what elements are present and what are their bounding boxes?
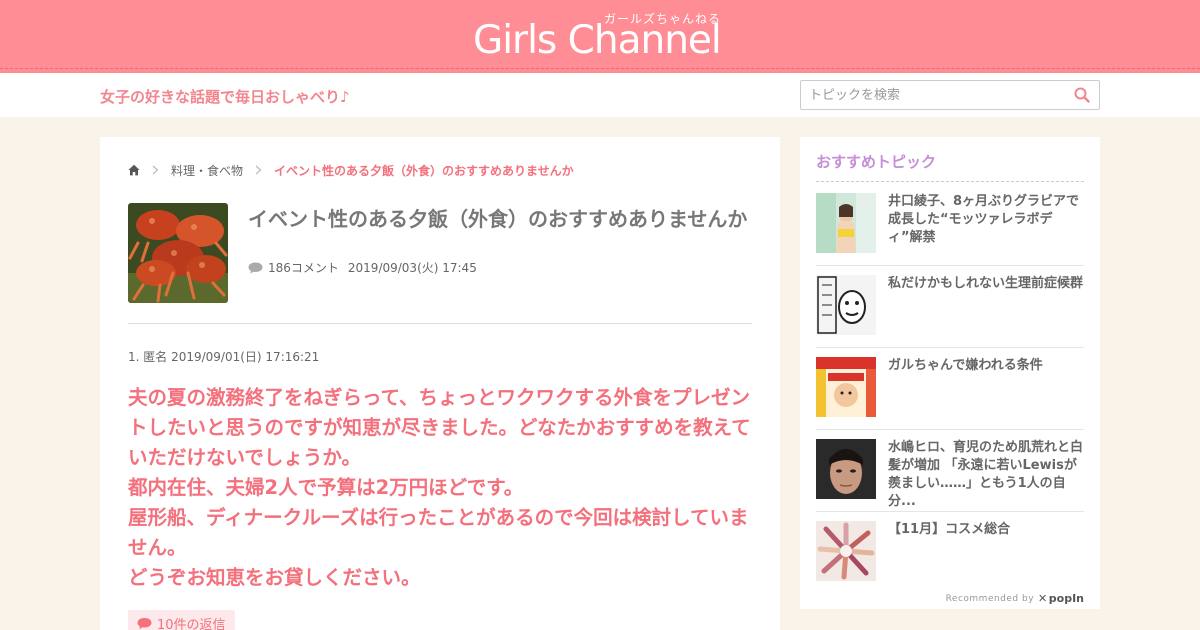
recommended-topic-item[interactable]: 私だけかもしれない生理前症候群 — [816, 275, 1084, 357]
topic-thumbnail — [816, 521, 876, 581]
sidebar-title: おすすめトピック — [816, 153, 937, 171]
popin-brand: popIn — [1048, 592, 1084, 605]
breadcrumb-category[interactable]: 料理・食べ物 — [171, 162, 243, 179]
recommended-topic-title: 井口綾子、8ヶ月ぶりグラビアで成長した“モッツァレラボディ”解禁 — [888, 194, 1080, 245]
list-divider — [816, 429, 1084, 430]
recommended-topic-item[interactable]: 水嶋ヒロ、育児のため肌荒れと白髪が増加 「永遠に若いLewisが羨ましい……」と… — [816, 439, 1084, 521]
recommended-topic-item[interactable]: 井口綾子、8ヶ月ぶりグラビアで成長した“モッツァレラボディ”解禁 — [816, 193, 1084, 275]
list-divider — [816, 347, 1084, 348]
site-tagline: 女子の好きな話題で毎日おしゃべり♪ — [100, 88, 350, 106]
breadcrumb-current: イベント性のある夕飯（外食）のおすすめありませんか — [274, 163, 574, 178]
recommended-topic-title: 【11月】コスメ総合 — [888, 522, 1011, 537]
recommended-topic-title: 水嶋ヒロ、育児のため肌荒れと白髪が増加 「永遠に若いLewisが羨ましい……」と… — [888, 440, 1084, 509]
recommended-by: Recommended by ✕ popIn — [946, 592, 1084, 605]
divider — [128, 323, 752, 324]
home-icon[interactable] — [128, 164, 140, 176]
search-input[interactable] — [809, 86, 1059, 104]
recommended-topic-title: ガルちゃんで嫌われる条件 — [888, 358, 1043, 373]
sub-header-bar: 女子の好きな話題で毎日おしゃべり♪ — [0, 73, 1200, 117]
topic-thumbnail — [816, 439, 876, 499]
search-icon[interactable] — [1074, 87, 1090, 103]
comment-count[interactable]: 186コメント — [268, 259, 339, 276]
breadcrumb: 料理・食べ物 イベント性のある夕飯（外食）のおすすめありませんか — [128, 161, 574, 179]
comment-line: 都内在住、夫婦2人で予算は2万円ほどです。 — [128, 476, 524, 499]
topic-thumbnail — [816, 275, 876, 335]
comment-body: 夫の夏の激務終了をねぎらって、ちょっとワクワクする外食をプレゼントしたいと思うの… — [128, 383, 752, 593]
chevron-right-icon — [255, 165, 262, 175]
list-divider — [816, 265, 1084, 266]
replies-label: 10件の返信 — [157, 617, 226, 630]
topic-article: 料理・食べ物 イベント性のある夕飯（外食）のおすすめありませんか イベント性のあ… — [100, 137, 780, 630]
site-header: ガールズちゃんねる Girls Channel — [0, 0, 1200, 73]
logo-text: Girls Channel — [473, 18, 722, 63]
list-divider — [816, 511, 1084, 512]
replies-button[interactable]: 10件の返信 — [128, 610, 235, 630]
site-logo[interactable]: ガールズちゃんねる Girls Channel — [473, 8, 733, 64]
recommended-topics: おすすめトピック 井口綾子、8ヶ月ぶりグラビアで成長した“モッツァレラボディ”解… — [800, 137, 1100, 609]
recommended-topic-item[interactable]: ガルちゃんで嫌われる条件 — [816, 357, 1084, 439]
comment-line: どうぞお知恵をお貸しください。 — [128, 566, 421, 589]
topic-meta: 186コメント 2019/09/03(火) 17:45 — [248, 259, 477, 276]
popin-logo-icon: ✕ — [1038, 592, 1048, 605]
comment-bubble-icon — [248, 262, 263, 274]
topic-date: 2019/09/03(火) 17:45 — [347, 261, 477, 275]
comment-header: 1. 匿名 2019/09/01(日) 17:16:21 — [128, 350, 320, 364]
search-box — [800, 80, 1100, 110]
chevron-right-icon — [152, 165, 159, 175]
comment-line: 屋形船、ディナークルーズは行ったことがあるので今回は検討していません。 — [128, 506, 749, 559]
sidebar-divider — [816, 181, 1084, 182]
topic-thumbnail — [128, 203, 228, 303]
header-divider — [0, 68, 1200, 69]
topic-title: イベント性のある夕飯（外食）のおすすめありませんか — [248, 207, 748, 231]
crab-image — [128, 203, 228, 303]
topic-thumbnail — [816, 357, 876, 417]
recommended-topic-item[interactable]: 【11月】コスメ総合 — [816, 521, 1084, 603]
topic-thumbnail — [816, 193, 876, 253]
comment-bubble-icon — [137, 617, 152, 629]
comment-line: 夫の夏の激務終了をねぎらって、ちょっとワクワクする外食をプレゼントしたいと思うの… — [128, 386, 751, 469]
recommended-label: Recommended by — [945, 593, 1035, 604]
recommended-topic-title: 私だけかもしれない生理前症候群 — [888, 276, 1084, 291]
